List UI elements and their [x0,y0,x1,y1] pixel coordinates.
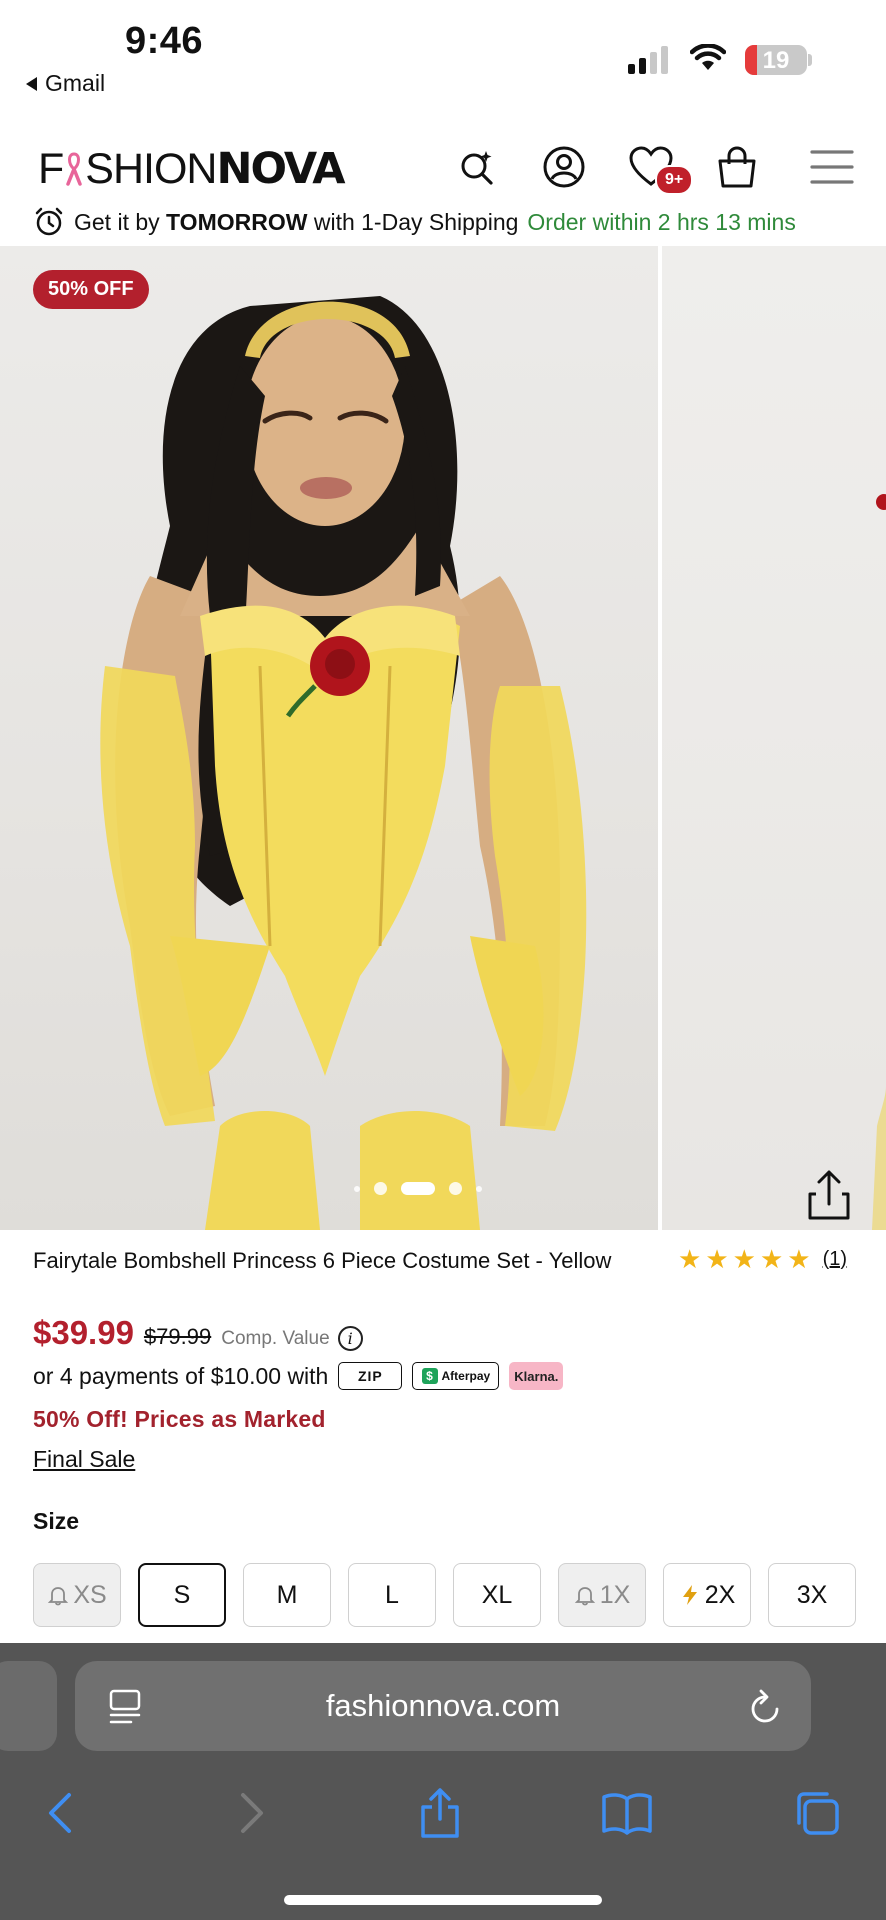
cellular-signal-icon [628,46,668,74]
previous-tab-peek[interactable] [0,1661,57,1751]
afterpay-icon: $ [421,1368,438,1384]
shipping-prefix: Get it by [74,208,160,235]
star-icon: ★ [787,1244,811,1274]
site-header: F SHION NOVA [0,140,886,200]
size-option-1x[interactable]: 1X [558,1563,646,1627]
back-triangle-icon [26,76,37,91]
carousel-dot-active [401,1182,435,1195]
home-indicator[interactable] [284,1895,602,1905]
product-title: Fairytale Bombshell Princess 6 Piece Cos… [33,1248,612,1273]
star-icon: ★ [678,1244,702,1274]
product-photo-next[interactable] [662,246,886,1230]
product-photo-main[interactable]: 50% OFF [0,246,658,1230]
share-sheet-icon[interactable] [410,1783,470,1843]
battery-cap [808,54,812,66]
status-time: 9:46 [125,20,204,62]
size-option-3x[interactable]: 3X [768,1563,856,1627]
afterpay-logo[interactable]: $ Afterpay [412,1362,500,1390]
carousel-indicator [354,1182,482,1195]
sale-badge: 50% OFF [33,270,149,309]
zip-logo[interactable]: ZIP [338,1362,403,1390]
size-option-xs[interactable]: XS [33,1563,121,1627]
model-illustration [100,296,587,1230]
final-sale-link[interactable]: Final Sale [33,1446,135,1473]
size-option-s[interactable]: S [138,1563,226,1627]
tabs-icon[interactable] [787,1783,847,1843]
size-option-2x[interactable]: 2X [663,1563,751,1627]
back-to-app-button[interactable]: Gmail [26,70,105,97]
address-bar[interactable]: fashionnova.com [75,1661,811,1751]
menu-icon[interactable] [805,140,859,194]
carousel-dot [476,1185,482,1192]
share-icon[interactable] [800,1166,858,1224]
carousel-dot [449,1182,462,1195]
wifi-icon [690,44,726,70]
safari-toolbar: fashionnova.com [0,1643,886,1920]
klarna-logo[interactable]: Klarna. [509,1362,564,1390]
star-icon: ★ [732,1244,756,1274]
star-icon: ★ [705,1244,729,1274]
browser-nav-bar [0,1783,886,1863]
shipping-day: TOMORROW [166,208,308,235]
star-icon: ★ [759,1244,784,1274]
bookmarks-icon[interactable] [597,1783,657,1843]
size-option-l[interactable]: L [348,1563,436,1627]
battery-icon: 19 [745,45,807,75]
product-image-carousel[interactable]: 50% OFF [0,246,886,1230]
fashion-nova-logo[interactable]: F SHION NOVA [38,144,346,194]
size-selector: XS S M L XL 1X 2X 3X [33,1563,856,1627]
size-label: Size [33,1508,80,1534]
carousel-dot [374,1182,387,1195]
promo-text: 50% Off! Prices as Marked [33,1406,326,1432]
bell-icon [574,1587,595,1606]
back-arrow-icon[interactable] [30,1783,90,1843]
bell-icon [48,1587,69,1606]
back-app-label: Gmail [45,70,106,96]
shipping-banner: Get it by TOMORROW with 1-Day Shipping O… [34,204,886,240]
url-text: fashionnova.com [325,1688,561,1723]
wishlist-count-badge: 9+ [655,165,694,195]
alarm-clock-icon [35,207,63,236]
comp-value-label: Comp. Value [221,1328,330,1349]
account-icon[interactable] [537,140,591,194]
installments-text: or 4 payments of $10.00 with [33,1362,329,1389]
shopping-bag-icon[interactable] [710,140,764,194]
battery-percent: 19 [762,47,790,74]
reload-icon[interactable] [747,1687,783,1725]
size-option-xl[interactable]: XL [453,1563,541,1627]
original-price: $79.99 [143,1324,212,1349]
shipping-countdown: Order within 2 hrs 13 mins [527,208,796,235]
installments-row: or 4 payments of $10.00 with ZIP $ Afterp… [33,1362,564,1390]
rating-stars[interactable]: ★ ★ ★ ★ ★ (1) [678,1246,847,1272]
status-bar: 9:46 Gmail 19 [0,0,886,110]
next-photo-peek [872,494,886,1230]
lightning-icon [682,1585,697,1605]
shipping-suffix: with 1-Day Shipping [313,208,519,235]
size-option-m[interactable]: M [243,1563,331,1627]
review-count-link[interactable]: (1) [823,1248,847,1271]
price-row: $39.99 $79.99 Comp. Value i [33,1314,363,1352]
carousel-dot [354,1185,360,1192]
forward-arrow-icon[interactable] [222,1783,282,1843]
info-icon[interactable]: i [337,1326,363,1351]
ai-search-icon[interactable] [450,140,504,194]
pink-ribbon-icon [66,152,83,186]
sale-price: $39.99 [33,1314,134,1351]
